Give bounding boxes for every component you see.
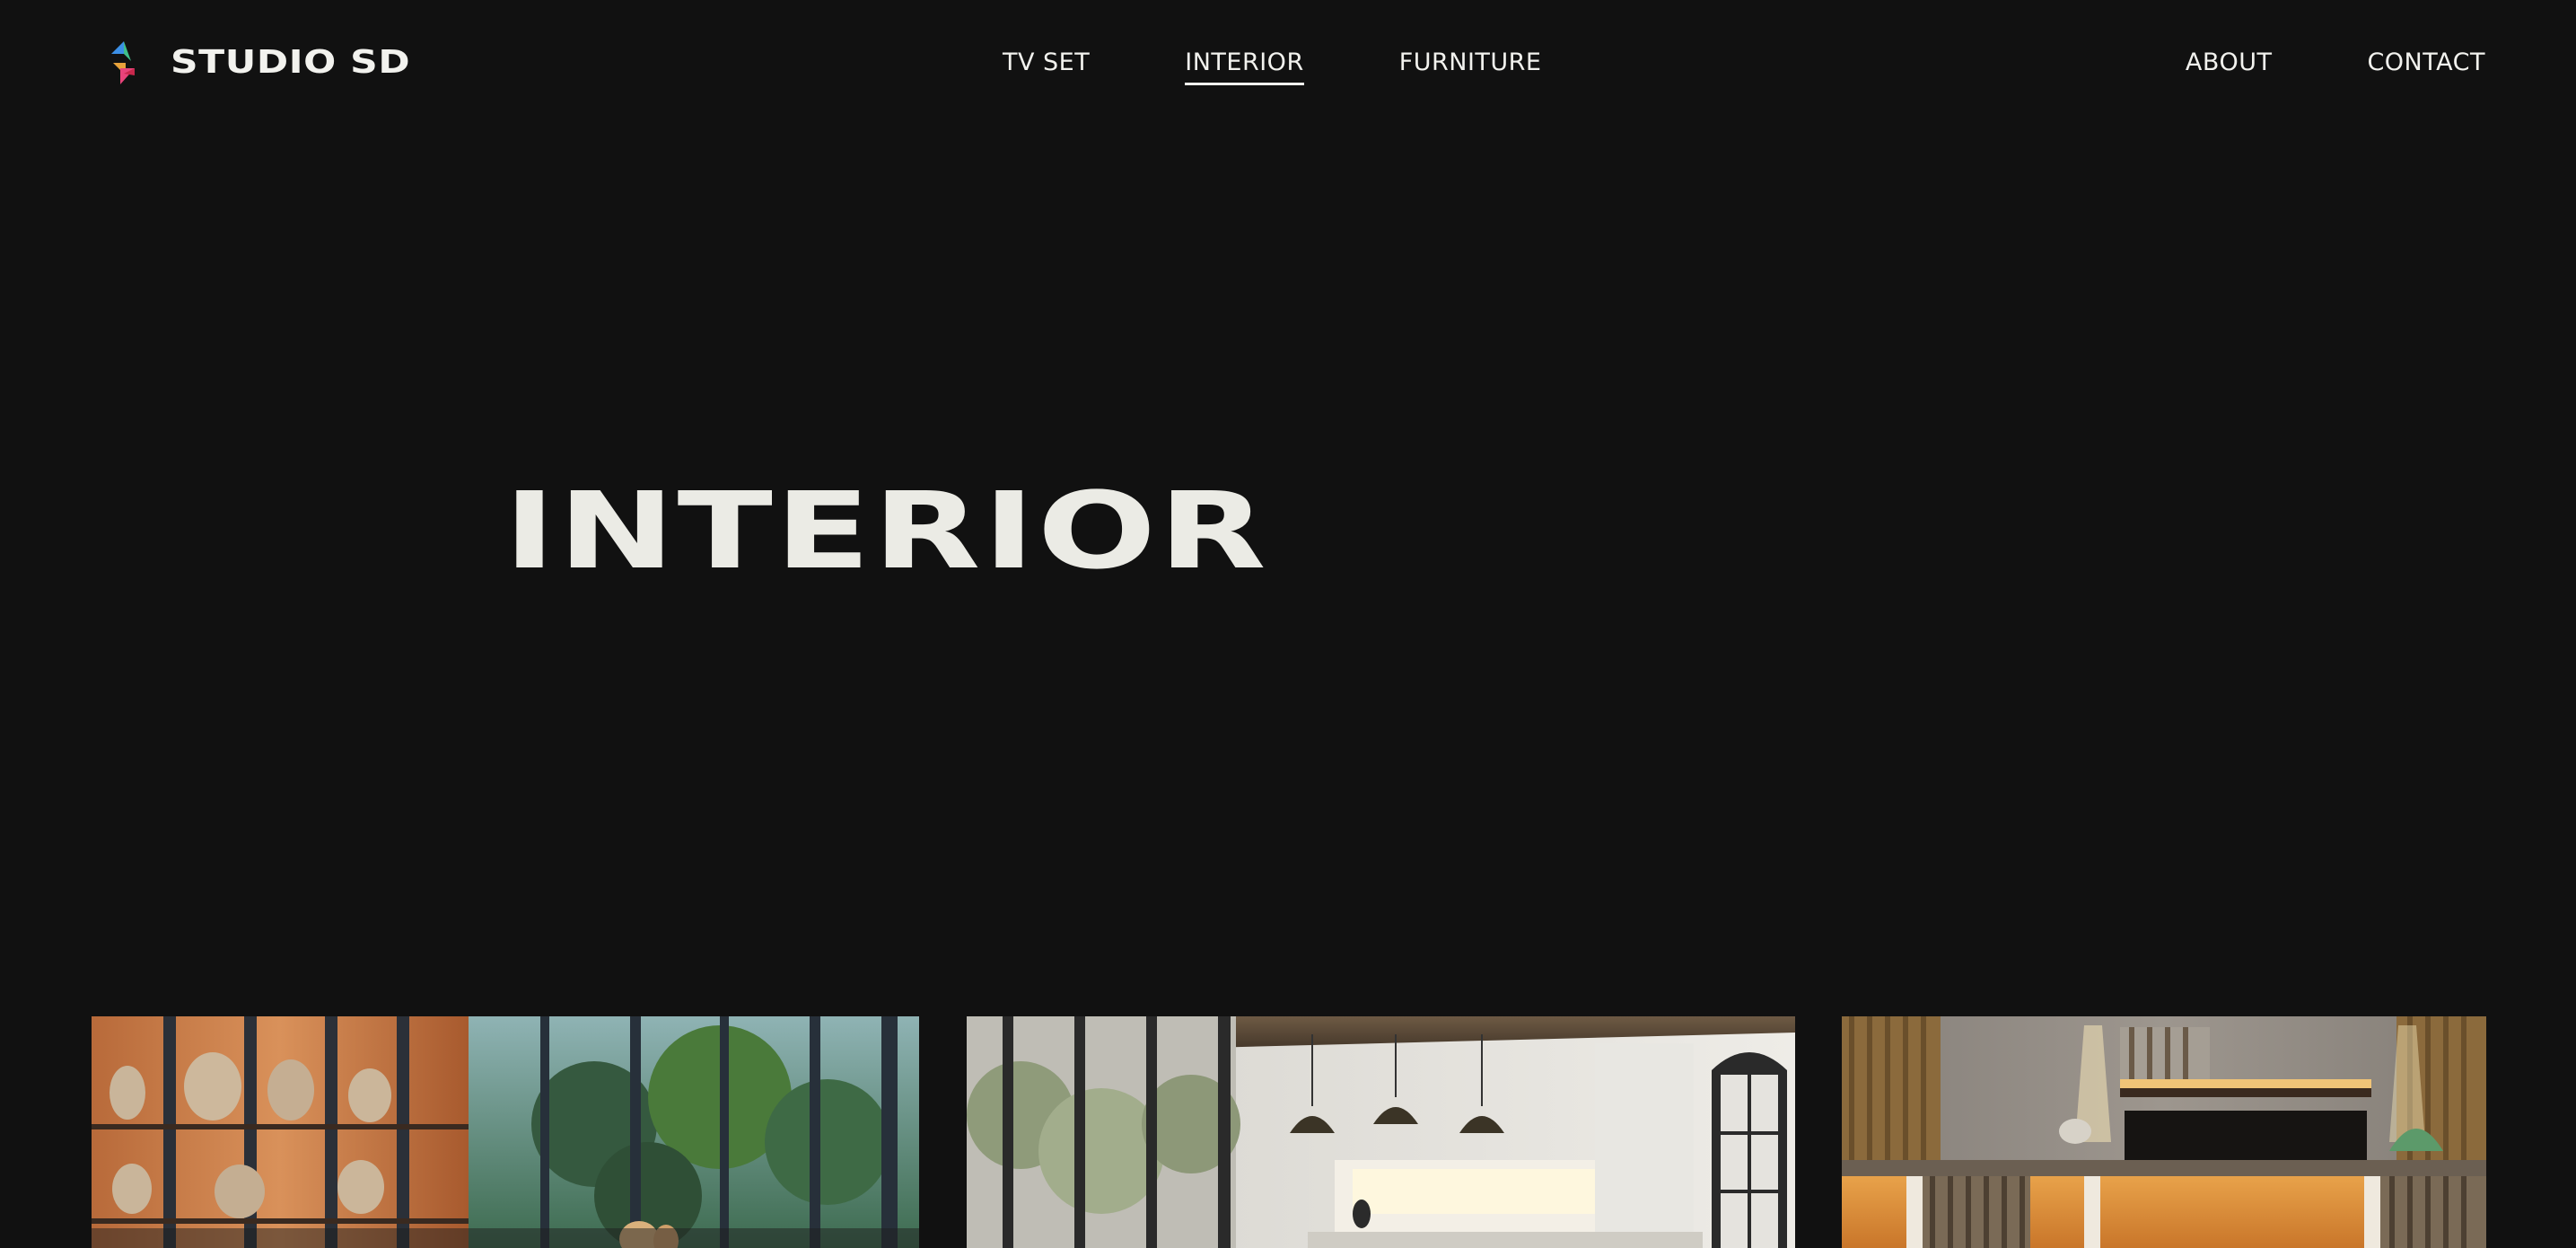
gallery-item-2[interactable] <box>967 1016 1795 1248</box>
gallery-item-1[interactable] <box>92 1016 919 1248</box>
gallery-image-2 <box>967 1016 1795 1248</box>
page: STUDIO SD TV SET INTERIOR FURNITURE ABOU… <box>0 0 2576 1248</box>
gallery-image-3 <box>1842 1016 2486 1248</box>
gallery-item-3[interactable] <box>1842 1016 2486 1248</box>
gallery-image-1 <box>92 1016 919 1248</box>
secondary-nav: ABOUT CONTACT <box>2186 48 2485 77</box>
nav-tv-set[interactable]: TV SET <box>1003 48 1090 85</box>
brand-logo-link[interactable]: STUDIO SD <box>104 38 410 88</box>
studio-sd-logo-icon <box>104 38 142 88</box>
brand-name: STUDIO SD <box>171 44 411 81</box>
nav-about[interactable]: ABOUT <box>2186 48 2273 77</box>
nav-interior[interactable]: INTERIOR <box>1185 48 1304 85</box>
nav-contact[interactable]: CONTACT <box>2367 48 2485 77</box>
main-nav: TV SET INTERIOR FURNITURE <box>1003 48 1542 85</box>
nav-furniture[interactable]: FURNITURE <box>1399 48 1542 85</box>
page-title: INTERIOR <box>504 469 1269 593</box>
